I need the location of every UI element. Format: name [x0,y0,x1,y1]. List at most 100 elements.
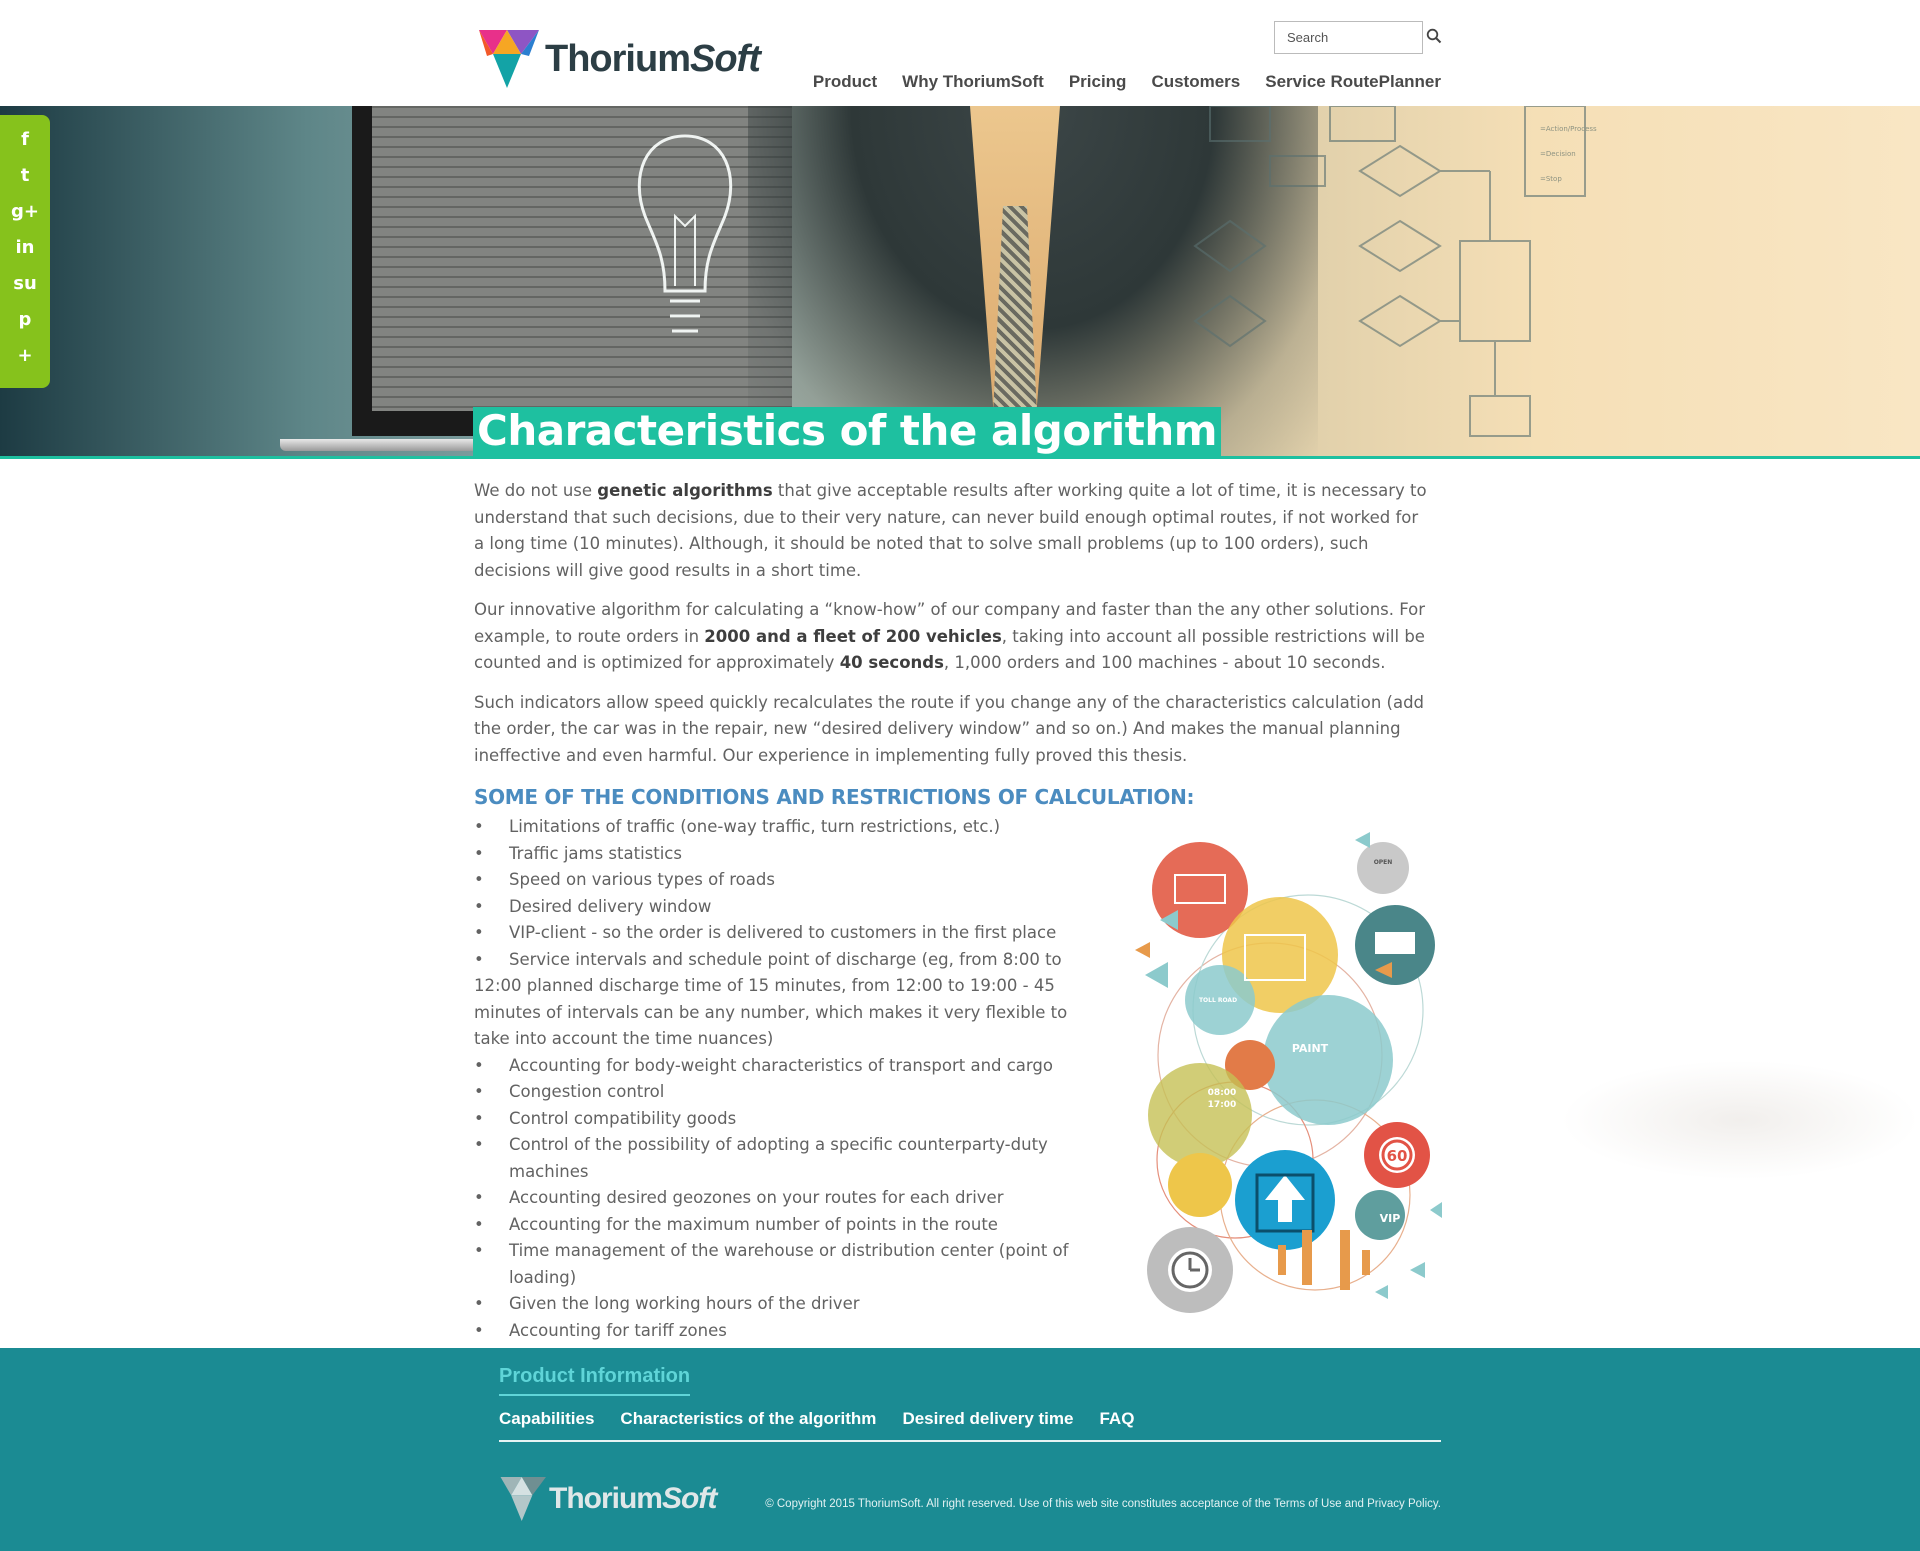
linkedin-icon[interactable]: in [10,236,40,259]
svg-text:TOLL ROAD: TOLL ROAD [1199,997,1237,1004]
bullet-marker: • [474,923,484,942]
bullet-marker: • [474,1055,484,1075]
footer-heading: Product Information [499,1365,691,1396]
hero-flowchart: =Action/Process =Decision =Stop [1193,106,1597,437]
footer-logo-text: ThoriumSoft [549,1482,717,1515]
condition-text: Desired delivery window [509,896,712,916]
decorative-shadow [1560,1060,1920,1180]
nav-why-thoriumsoft[interactable]: Why ThoriumSoft [902,72,1044,94]
condition-item: • Given the long working hours of the dri… [474,1291,1106,1318]
footer-logo[interactable]: ThoriumSoft [499,1474,717,1524]
bullet-marker: • [474,843,484,863]
facebook-icon[interactable]: f [10,128,40,151]
condition-text: Given the long working hours of the driv… [509,1294,860,1313]
footer-link-algorithm[interactable]: Characteristics of the algorithm [620,1409,876,1429]
social-share-bar: f t g+ in su p + [0,115,50,388]
logistics-infographic: 60 VIP PAINT OPEN 08:00 17:00 TOLL ROAD [1135,832,1442,1313]
stumbleupon-icon[interactable]: su [10,272,40,295]
hero-divider [0,456,1920,459]
condition-item: • Service intervals and schedule point of… [474,947,1106,1053]
page-title: Characteristics of the algorithm [473,407,1222,457]
more-icon[interactable]: + [10,344,40,367]
site-header: ThoriumSoft Search Product Why ThoriumSo… [0,0,1920,106]
pinterest-icon[interactable]: p [10,308,40,331]
footer-link-delivery-time[interactable]: Desired delivery time [902,1409,1073,1429]
bullet-marker: • [474,1294,484,1313]
condition-text: Service intervals and schedule point of … [474,949,1068,1049]
condition-text: Accounting for tariff zones [509,1320,727,1340]
search-input[interactable]: Search [1274,21,1423,54]
site-logo[interactable]: ThoriumSoft [477,25,777,93]
svg-text:=Action/Process: =Action/Process [1540,125,1597,133]
bullet-marker: • [474,817,484,836]
svg-text:17:00: 17:00 [1208,1100,1237,1110]
bullet-marker: • [474,1108,484,1128]
svg-text:=Decision: =Decision [1540,150,1576,158]
condition-item: • Traffic jams statistics [474,841,1106,868]
condition-item: • VIP-client - so the order is delivered … [474,920,1106,947]
footer-nav: Capabilities Characteristics of the algo… [499,1409,1134,1429]
copyright-text: © Copyright 2015 ThoriumSoft. All right … [765,1498,1441,1510]
conditions-list: • Limitations of traffic (one-way traffic… [474,814,1106,1371]
svg-text:08:00: 08:00 [1208,1088,1237,1098]
bullet-marker: • [474,1188,484,1207]
condition-text: Traffic jams statistics [509,843,682,863]
condition-text: Accounting for the maximum number of poi… [509,1214,998,1234]
lightbulb-sketch-icon [637,134,733,333]
condition-text: Time management of the warehouse or dist… [509,1241,1069,1287]
condition-text: Accounting for body-weight characteristi… [509,1055,1053,1075]
condition-item: • Desired delivery window [474,894,1106,921]
svg-text:PAINT: PAINT [1292,1042,1329,1055]
condition-item: • Speed on various types of roads [474,867,1106,894]
footer-divider [499,1440,1441,1442]
condition-item: • Accounting desired geozones on your rou… [474,1185,1106,1212]
bullet-marker: • [474,870,484,889]
bullet-marker: • [474,1082,484,1101]
condition-text: Limitations of traffic (one-way traffic,… [509,817,1001,836]
twitter-icon[interactable]: t [10,164,40,187]
thoriumsoft-logo-icon [479,30,539,88]
conditions-heading: SOME OF THE CONDITIONS AND RESTRICTIONS … [474,785,1195,809]
svg-text:VIP: VIP [1380,1212,1401,1225]
google-plus-icon[interactable]: g+ [10,200,40,223]
condition-text: Speed on various types of roads [509,870,775,889]
nav-product[interactable]: Product [813,72,877,94]
hero-banner: =Action/Process =Decision =Stop Characte… [0,106,1920,457]
bullet-marker: • [474,1241,484,1260]
bullet-marker: • [474,1214,484,1234]
site-footer [0,1348,1920,1551]
condition-item: • Control of the possibility of adopting … [474,1132,1106,1185]
nav-customers[interactable]: Customers [1151,72,1240,94]
thoriumsoft-footer-logo-icon [500,1477,546,1521]
bullet-marker: • [474,1320,484,1340]
condition-item: • Limitations of traffic (one-way traffic… [474,814,1106,841]
nav-service-routeplanner[interactable]: Service RoutePlanner [1265,72,1441,94]
search-icon[interactable] [1426,28,1442,44]
paragraph-recalculation: Such indicators allow speed quickly reca… [474,692,1425,765]
condition-item: • Control compatibility goods [474,1106,1106,1133]
svg-text:OPEN: OPEN [1374,859,1393,866]
condition-item: • Time management of the warehouse or dis… [474,1238,1106,1291]
bullet-marker: • [474,896,484,916]
bullet-marker: • [474,949,484,969]
condition-text: Accounting desired geozones on your rout… [509,1188,1004,1207]
svg-text:=Stop: =Stop [1540,175,1562,183]
svg-text:60: 60 [1387,1147,1408,1165]
condition-item: • Accounting for body-weight characterist… [474,1053,1106,1080]
bullet-marker: • [474,1135,484,1154]
condition-item: • Accounting for the maximum number of po… [474,1212,1106,1239]
paragraph-intro: We do not use genetic algorithms that gi… [474,481,1427,580]
nav-pricing[interactable]: Pricing [1069,72,1127,94]
condition-text: Control compatibility goods [509,1108,737,1128]
condition-item: • Congestion control [474,1079,1106,1106]
footer-link-faq[interactable]: FAQ [1099,1409,1134,1429]
main-nav: Product Why ThoriumSoft Pricing Customer… [813,72,1441,94]
condition-text: Control of the possibility of adopting a… [509,1135,1048,1181]
condition-item: • Accounting for tariff zones [474,1318,1106,1345]
main-content: We do not use genetic algorithms that gi… [474,478,1430,782]
paragraph-performance: Our innovative algorithm for calculating… [474,600,1426,672]
condition-text: Congestion control [509,1082,665,1101]
footer-link-capabilities[interactable]: Capabilities [499,1409,594,1429]
condition-text: VIP-client - so the order is delivered t… [509,923,1057,942]
logo-text: ThoriumSoft [545,37,761,80]
